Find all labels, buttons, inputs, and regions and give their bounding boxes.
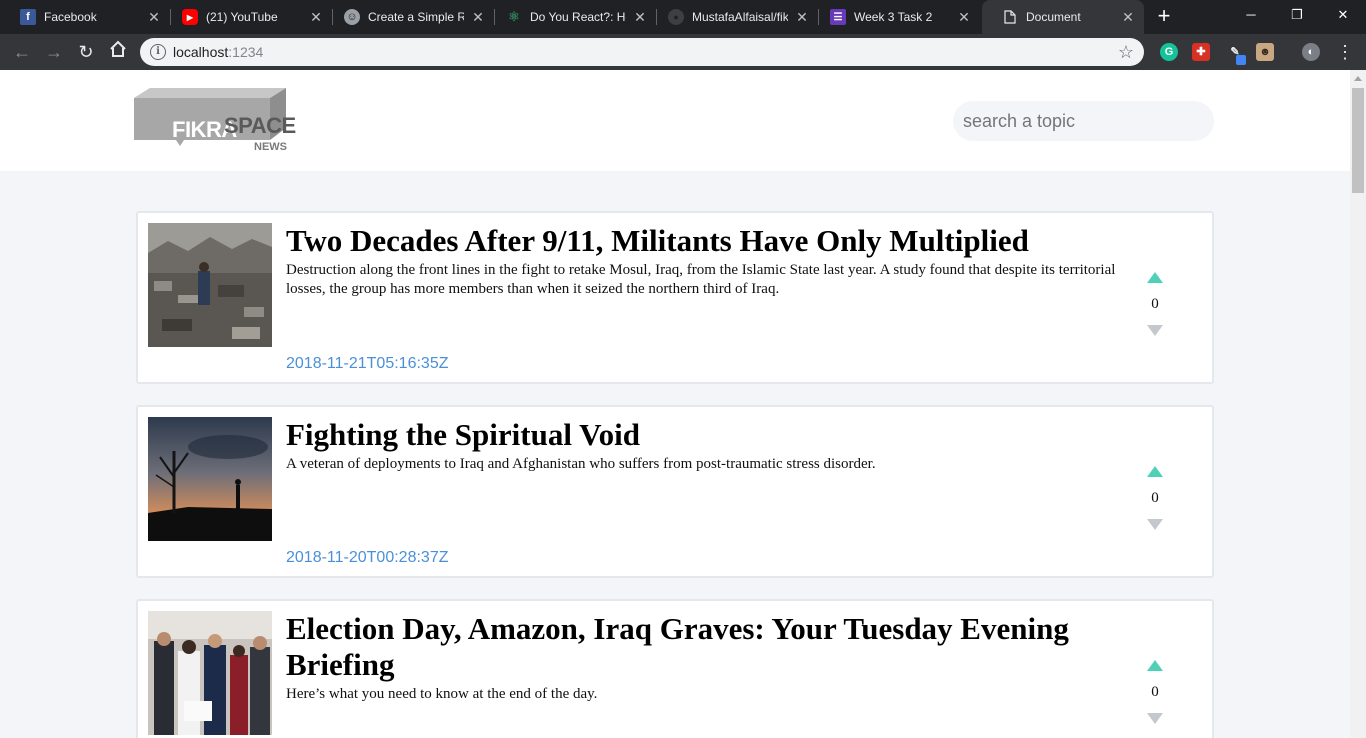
- upvote-arrow-icon[interactable]: [1147, 272, 1163, 283]
- article-title[interactable]: Fighting the Spiritual Void: [286, 417, 1126, 453]
- address-port: :1234: [228, 44, 264, 60]
- tab-github[interactable]: ● MustafaAlfaisal/fik ✕: [648, 0, 818, 34]
- youtube-icon: ▶: [182, 9, 198, 25]
- document-icon: [1002, 9, 1018, 25]
- article-title[interactable]: Two Decades After 9/11, Militants Have O…: [286, 223, 1126, 259]
- crowd-photo[interactable]: [148, 611, 272, 735]
- home-button[interactable]: [106, 40, 130, 64]
- address-url: localhost:1234: [173, 44, 263, 60]
- extension-red-icon[interactable]: ✚: [1192, 43, 1210, 61]
- page-scrollbar[interactable]: [1350, 70, 1366, 738]
- info-icon[interactable]: i: [150, 44, 166, 60]
- downvote-arrow-icon[interactable]: [1147, 325, 1163, 336]
- upvote-arrow-icon[interactable]: [1147, 660, 1163, 671]
- tab-facebook[interactable]: f Facebook ✕: [0, 0, 170, 34]
- upvote-arrow-icon[interactable]: [1147, 466, 1163, 477]
- tab-do-you-react[interactable]: ⚛ Do You React?: He ✕: [486, 0, 656, 34]
- rubble-photo[interactable]: [148, 223, 272, 347]
- article-description: Destruction along the front lines in the…: [286, 262, 1116, 297]
- address-bar[interactable]: i localhost:1234 ☆: [140, 38, 1144, 66]
- close-icon[interactable]: ✕: [146, 9, 162, 25]
- close-icon[interactable]: ✕: [794, 9, 810, 25]
- downvote-arrow-icon[interactable]: [1147, 713, 1163, 724]
- react-icon: ⚛: [508, 9, 520, 24]
- close-icon[interactable]: ✕: [632, 9, 648, 25]
- home-icon: [110, 40, 126, 57]
- scrollbar-thumb[interactable]: [1352, 88, 1364, 193]
- vote-count: 0: [1151, 296, 1159, 312]
- vote-widget: 0: [1144, 660, 1166, 724]
- tab-title: Week 3 Task 2: [854, 10, 933, 24]
- github-icon: ●: [668, 9, 684, 25]
- restore-button[interactable]: ❐: [1274, 0, 1320, 30]
- page-viewport: FIKRA SPACE NEWS Two Decades Aft: [0, 70, 1350, 738]
- grammarly-icon[interactable]: G: [1160, 43, 1178, 61]
- vote-widget: 0: [1144, 272, 1166, 336]
- article-date: 2018-11-21T05:16:35Z: [286, 355, 449, 372]
- tab-document[interactable]: Document ✕: [982, 0, 1144, 34]
- bookmark-star-icon[interactable]: ☆: [1118, 41, 1134, 63]
- vote-count: 0: [1151, 684, 1159, 700]
- article-description: Here’s what you need to know at the end …: [286, 686, 598, 702]
- logo-news: NEWS: [254, 141, 287, 153]
- sunset-silhouette-photo[interactable]: [148, 417, 272, 541]
- reload-button[interactable]: ↻: [74, 40, 98, 64]
- tab-title: Do You React?: He: [530, 10, 626, 24]
- close-icon[interactable]: ✕: [1120, 9, 1136, 25]
- article-card: Election Day, Amazon, Iraq Graves: Your …: [136, 599, 1214, 738]
- tab-title: MustafaAlfaisal/fik: [692, 10, 788, 24]
- browser-tab-bar: f Facebook ✕ ▶ (21) YouTube ✕ ☺ Create a…: [0, 0, 1366, 34]
- browser-toolbar: ← → ↻ i localhost:1234 ☆ G ✚ ✎ ☻ ◐ ⋮: [0, 34, 1366, 70]
- site-header: FIKRA SPACE NEWS: [0, 70, 1350, 171]
- scroll-up-arrow-icon[interactable]: [1354, 76, 1362, 81]
- back-button[interactable]: ←: [10, 40, 34, 64]
- close-window-button[interactable]: ✕: [1320, 0, 1366, 30]
- close-icon[interactable]: ✕: [956, 9, 972, 25]
- profile-avatar-icon[interactable]: ◐: [1302, 43, 1320, 61]
- fikraspace-logo[interactable]: FIKRA SPACE NEWS: [134, 86, 296, 158]
- facebook-icon: f: [20, 9, 36, 25]
- logo-word-space: SPACE: [224, 113, 296, 138]
- vote-count: 0: [1151, 490, 1159, 506]
- new-tab-button[interactable]: +: [1152, 5, 1176, 29]
- tab-youtube[interactable]: ▶ (21) YouTube ✕: [162, 0, 332, 34]
- article-date: 2018-11-20T00:28:37Z: [286, 549, 449, 566]
- forward-button[interactable]: →: [42, 40, 66, 64]
- article-card: Fighting the Spiritual Void A veteran of…: [136, 405, 1214, 578]
- tab-title: (21) YouTube: [206, 10, 278, 24]
- minimize-button[interactable]: ─: [1228, 0, 1274, 30]
- tab-create-simple[interactable]: ☺ Create a Simple Re ✕: [324, 0, 494, 34]
- extension-badge: [1236, 55, 1246, 65]
- tab-title: Facebook: [44, 10, 97, 24]
- article-card: Two Decades After 9/11, Militants Have O…: [136, 211, 1214, 384]
- extension-face-icon[interactable]: ☻: [1256, 43, 1274, 61]
- tab-title: Create a Simple Re: [368, 10, 464, 24]
- close-icon[interactable]: ✕: [470, 9, 486, 25]
- article-description: A veteran of deployments to Iraq and Afg…: [286, 456, 876, 472]
- tab-week3-task2[interactable]: ☰ Week 3 Task 2 ✕: [810, 0, 980, 34]
- article-title[interactable]: Election Day, Amazon, Iraq Graves: Your …: [286, 611, 1126, 683]
- downvote-arrow-icon[interactable]: [1147, 519, 1163, 530]
- avatar-icon: ☺: [344, 9, 360, 25]
- close-icon[interactable]: ✕: [308, 9, 324, 25]
- search-input[interactable]: [953, 101, 1214, 141]
- browser-menu-icon[interactable]: ⋮: [1336, 40, 1354, 64]
- address-host: localhost: [173, 44, 229, 60]
- vote-widget: 0: [1144, 466, 1166, 530]
- tab-title: Document: [1026, 10, 1081, 24]
- list-icon: ☰: [830, 9, 846, 25]
